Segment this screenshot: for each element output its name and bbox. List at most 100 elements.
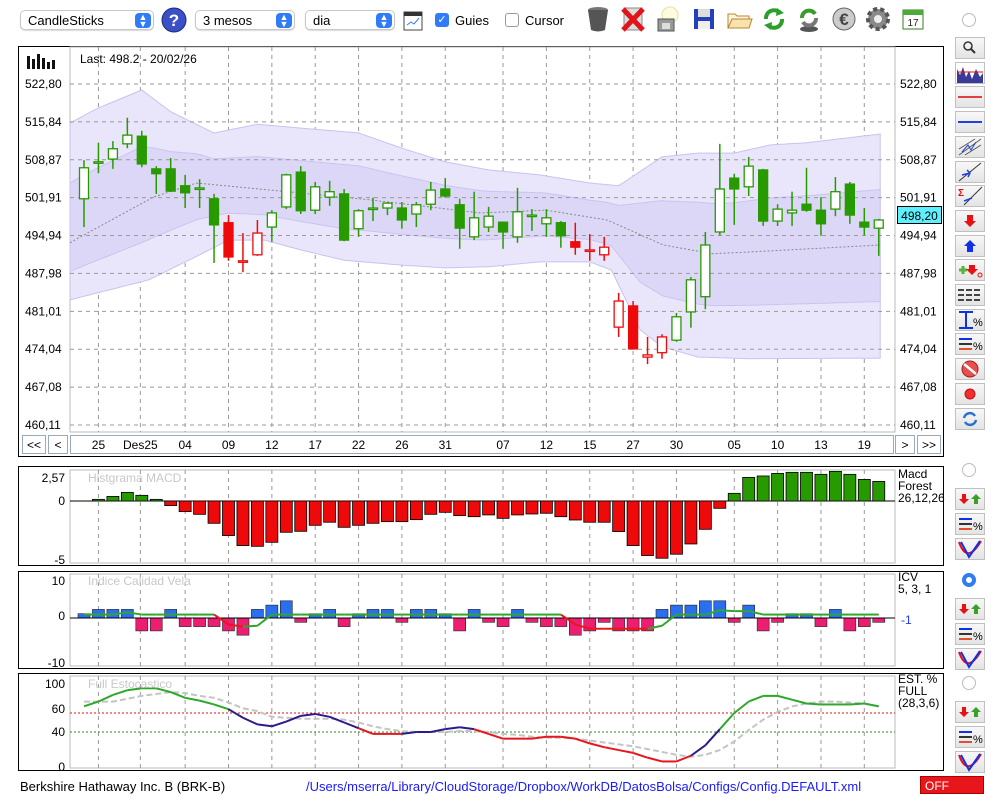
stochastic-k-line <box>445 726 460 731</box>
sell-buy-button[interactable] <box>955 488 985 510</box>
candle-body <box>136 135 147 165</box>
candle-body <box>656 336 668 354</box>
macd-histogram-bar <box>568 500 582 521</box>
macd-histogram-bar <box>857 479 871 502</box>
icv-bar <box>395 617 409 623</box>
channel-button[interactable] <box>955 135 985 158</box>
sell-buy-button[interactable] <box>955 598 985 620</box>
candle-body <box>396 207 408 221</box>
chart-overview-button[interactable] <box>955 61 985 84</box>
date-axis-scroller[interactable] <box>70 435 894 454</box>
stochastic-k-line <box>459 726 475 731</box>
stop-button[interactable] <box>955 358 985 381</box>
candle-body <box>671 316 682 341</box>
macd-histogram-bar <box>641 500 654 556</box>
macd-histogram-bar <box>525 500 539 515</box>
candle-body <box>194 187 205 191</box>
buy-arrow-button[interactable] <box>955 234 985 257</box>
percent-lines-button[interactable]: % <box>955 333 985 356</box>
svg-text:%: % <box>973 317 983 329</box>
macd-histogram-bar <box>438 500 452 513</box>
percent-range-button[interactable]: % <box>955 308 985 331</box>
percent-lines-icon: % <box>959 731 983 746</box>
stochastic-k-line <box>647 756 663 763</box>
red-hline-icon <box>958 96 982 99</box>
record-button[interactable] <box>955 382 985 405</box>
dashed-lines-button[interactable] <box>955 284 985 306</box>
percent-lines-button[interactable]: % <box>955 623 985 645</box>
stochastic-k-line <box>748 694 764 703</box>
candle-body <box>801 203 812 211</box>
sigma-trendline-button[interactable]: Σ <box>955 185 985 208</box>
add-signal-button[interactable] <box>955 259 985 282</box>
refresh-button[interactable] <box>955 407 985 430</box>
panel-select-radio[interactable] <box>962 463 976 477</box>
price-tick-right: 522,80 <box>900 77 937 91</box>
oscillator-curve-button[interactable] <box>955 648 985 670</box>
macd-tick: 2,57 <box>42 471 66 485</box>
candle-body <box>252 232 263 256</box>
stochastic-k-line <box>849 702 865 706</box>
price-tick-left: 487,98 <box>25 266 62 280</box>
scroll-first-button[interactable]: << <box>22 435 46 454</box>
panel-select-radio[interactable] <box>962 676 976 690</box>
oscillator-curve-icon <box>958 753 982 772</box>
stochastic-tick: 40 <box>52 725 66 739</box>
sell-buy-icon <box>959 604 981 614</box>
macd-histogram-bar <box>164 500 178 507</box>
icv-bar <box>843 617 857 632</box>
icv-bar <box>540 617 553 627</box>
blue-hline-button[interactable] <box>955 111 985 134</box>
candle-body <box>613 300 624 328</box>
macd-histogram-bar <box>308 500 322 526</box>
dashed-lines-icon <box>958 289 982 301</box>
candle-body <box>627 305 639 350</box>
sell-arrow-button[interactable] <box>955 209 985 232</box>
candle-body <box>165 168 176 192</box>
legend-line: 5, 3, 1 <box>898 582 932 596</box>
zoom-button[interactable] <box>955 37 985 59</box>
candle-body <box>599 246 610 256</box>
candle-body <box>382 202 393 209</box>
last-price-label: Last: 498.2 - 20/02/26 <box>80 52 197 66</box>
macd-histogram-bar <box>785 471 799 502</box>
scroll-prev-button[interactable]: < <box>48 435 68 454</box>
candle-body <box>411 204 422 215</box>
macd-tick: 0 <box>58 494 65 508</box>
sell-buy-icon <box>959 494 981 504</box>
icv-tick: 10 <box>52 574 66 588</box>
icv-tick: -10 <box>48 656 66 670</box>
record-icon <box>964 388 976 400</box>
red-hline-button[interactable] <box>955 86 985 109</box>
candle-body <box>873 219 884 229</box>
oscillator-curve-button[interactable] <box>955 538 985 560</box>
config-path-link[interactable]: /Users/mserra/Library/CloudStorage/Dropb… <box>306 779 861 794</box>
stochastic-legend: EST. % FULL (28,3,6) <box>898 673 939 709</box>
candle-body <box>772 208 783 222</box>
icv-bar <box>149 617 163 632</box>
percent-lines-button[interactable]: % <box>955 726 985 748</box>
scroll-last-button[interactable]: >> <box>917 435 941 454</box>
stop-icon <box>961 360 979 378</box>
panel-select-radio[interactable] <box>962 573 976 587</box>
candle-body <box>122 134 133 145</box>
candle-body <box>729 177 740 190</box>
macd-histogram-bar <box>814 473 828 502</box>
oscillator-curve-button[interactable] <box>955 751 985 773</box>
macd-histogram-bar <box>626 500 640 547</box>
macd-histogram-bar <box>207 500 221 524</box>
sell-buy-button[interactable] <box>955 701 985 723</box>
candle-body <box>425 189 436 205</box>
price-tick-left: 522,80 <box>25 77 62 91</box>
status-toggle[interactable]: OFF <box>920 776 984 794</box>
icv-bar <box>525 617 539 623</box>
macd-histogram-bar <box>120 491 134 502</box>
scroll-next-button[interactable]: > <box>895 435 915 454</box>
percent-lines-button[interactable]: % <box>955 513 985 535</box>
trendline-button[interactable] <box>955 160 985 183</box>
macd-histogram-bar <box>265 500 279 543</box>
legend-line: 26,12,26 <box>898 491 945 505</box>
macd-histogram-bar <box>800 471 813 502</box>
macd-histogram-bar <box>467 500 481 518</box>
candle-body <box>743 165 754 188</box>
